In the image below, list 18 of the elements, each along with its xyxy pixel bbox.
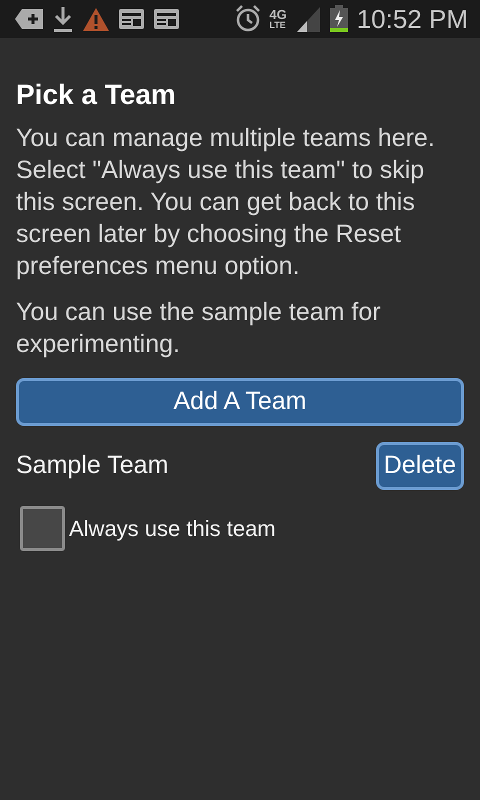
add-team-button[interactable]: Add A Team [16,378,464,426]
network-label: 4G [269,8,287,21]
news-icon [153,8,180,30]
page-title: Pick a Team [16,78,177,112]
alarm-icon [235,5,262,33]
download-icon [52,5,74,33]
network-sublabel: LTE [269,21,287,30]
signal-icon [294,5,321,33]
news-icon [118,8,145,30]
description-text: You can use the sample team for experimenting. [16,297,382,360]
checkbox[interactable] [20,506,65,551]
warning-icon [82,6,110,32]
delete-button[interactable]: Delete [376,442,464,490]
description-text: You can manage multiple teams here. Select "Always use this team" to skip this screen. You can get back to this screen later by choosing the Reset preferences menu option. [16,123,436,282]
team-name: Sample Team [16,450,168,482]
add-tag-icon [14,8,44,30]
clock-time: 10:52 PM [356,6,468,32]
checkbox-label: Always use this team [69,515,276,543]
